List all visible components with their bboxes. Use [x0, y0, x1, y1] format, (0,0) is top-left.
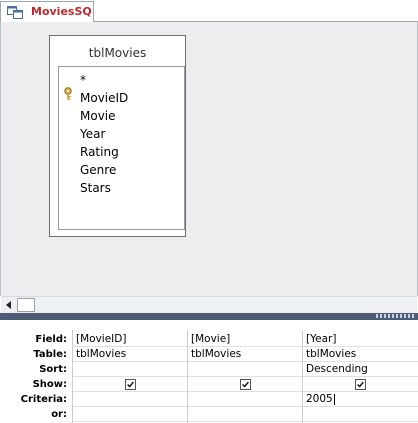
- field-cell[interactable]: [Year]: [303, 332, 418, 347]
- or-cell[interactable]: [73, 407, 187, 422]
- pane-splitter[interactable]: [0, 313, 418, 320]
- table-cell[interactable]: tblMovies: [303, 347, 418, 362]
- row-label-show: Show:: [32, 379, 67, 390]
- table-cell[interactable]: tblMovies: [73, 347, 187, 362]
- show-cell: [188, 377, 302, 392]
- table-title: tblMovies: [88, 46, 147, 60]
- table-design-pane[interactable]: tblMovies * MovieID Movie Year Rating Ge…: [0, 22, 418, 296]
- show-cell: [73, 377, 187, 392]
- primary-key-icon: [64, 87, 72, 100]
- grid-column-movieid: [MovieID] tblMovies: [72, 330, 187, 423]
- sort-cell[interactable]: [188, 362, 302, 377]
- scroll-thumb[interactable]: [17, 298, 35, 312]
- show-cell: [303, 377, 418, 392]
- field-stars[interactable]: Stars: [80, 179, 111, 197]
- table-field-list-window[interactable]: tblMovies * MovieID Movie Year Rating Ge…: [49, 35, 186, 237]
- row-label-field: Field:: [35, 334, 67, 345]
- field-year[interactable]: Year: [80, 125, 105, 143]
- horizontal-scrollbar[interactable]: [1, 296, 417, 313]
- table-cell[interactable]: tblMovies: [188, 347, 302, 362]
- query-tab[interactable]: MoviesSQ: [0, 1, 94, 22]
- field-cell[interactable]: [MovieID]: [73, 332, 187, 347]
- row-label-table: Table:: [33, 349, 67, 360]
- scroll-left-arrow-icon[interactable]: [3, 299, 15, 311]
- tab-title: MoviesSQ: [31, 5, 92, 18]
- sort-cell[interactable]: [73, 362, 187, 377]
- criteria-cell[interactable]: [73, 392, 187, 407]
- grid-column-year: [Year] tblMovies Descending 2005: [302, 330, 418, 423]
- query-design-grid: Field: Table: Sort: Show: Criteria: or: …: [0, 320, 418, 423]
- document-tab-strip: MoviesSQ: [0, 0, 418, 22]
- splitter-grip[interactable]: [376, 314, 416, 318]
- criteria-value: 2005: [306, 393, 333, 405]
- text-cursor: [333, 393, 335, 405]
- field-movieid[interactable]: MovieID: [80, 89, 128, 107]
- field-cell[interactable]: [Movie]: [188, 332, 302, 347]
- criteria-cell[interactable]: [188, 392, 302, 407]
- row-label-or: or:: [51, 409, 67, 420]
- criteria-cell[interactable]: 2005: [303, 392, 418, 407]
- query-icon: [7, 6, 23, 19]
- field-all[interactable]: *: [80, 71, 86, 89]
- sort-cell[interactable]: Descending: [303, 362, 418, 377]
- or-cell[interactable]: [303, 407, 418, 422]
- or-cell[interactable]: [188, 407, 302, 422]
- row-label-sort: Sort:: [39, 364, 67, 375]
- show-checkbox[interactable]: [355, 379, 366, 390]
- field-rating[interactable]: Rating: [80, 143, 119, 161]
- field-genre[interactable]: Genre: [80, 161, 116, 179]
- row-label-criteria: Criteria:: [20, 394, 67, 405]
- field-movie[interactable]: Movie: [80, 107, 116, 125]
- grid-column-movie: [Movie] tblMovies: [187, 330, 302, 423]
- show-checkbox[interactable]: [240, 379, 251, 390]
- show-checkbox[interactable]: [125, 379, 136, 390]
